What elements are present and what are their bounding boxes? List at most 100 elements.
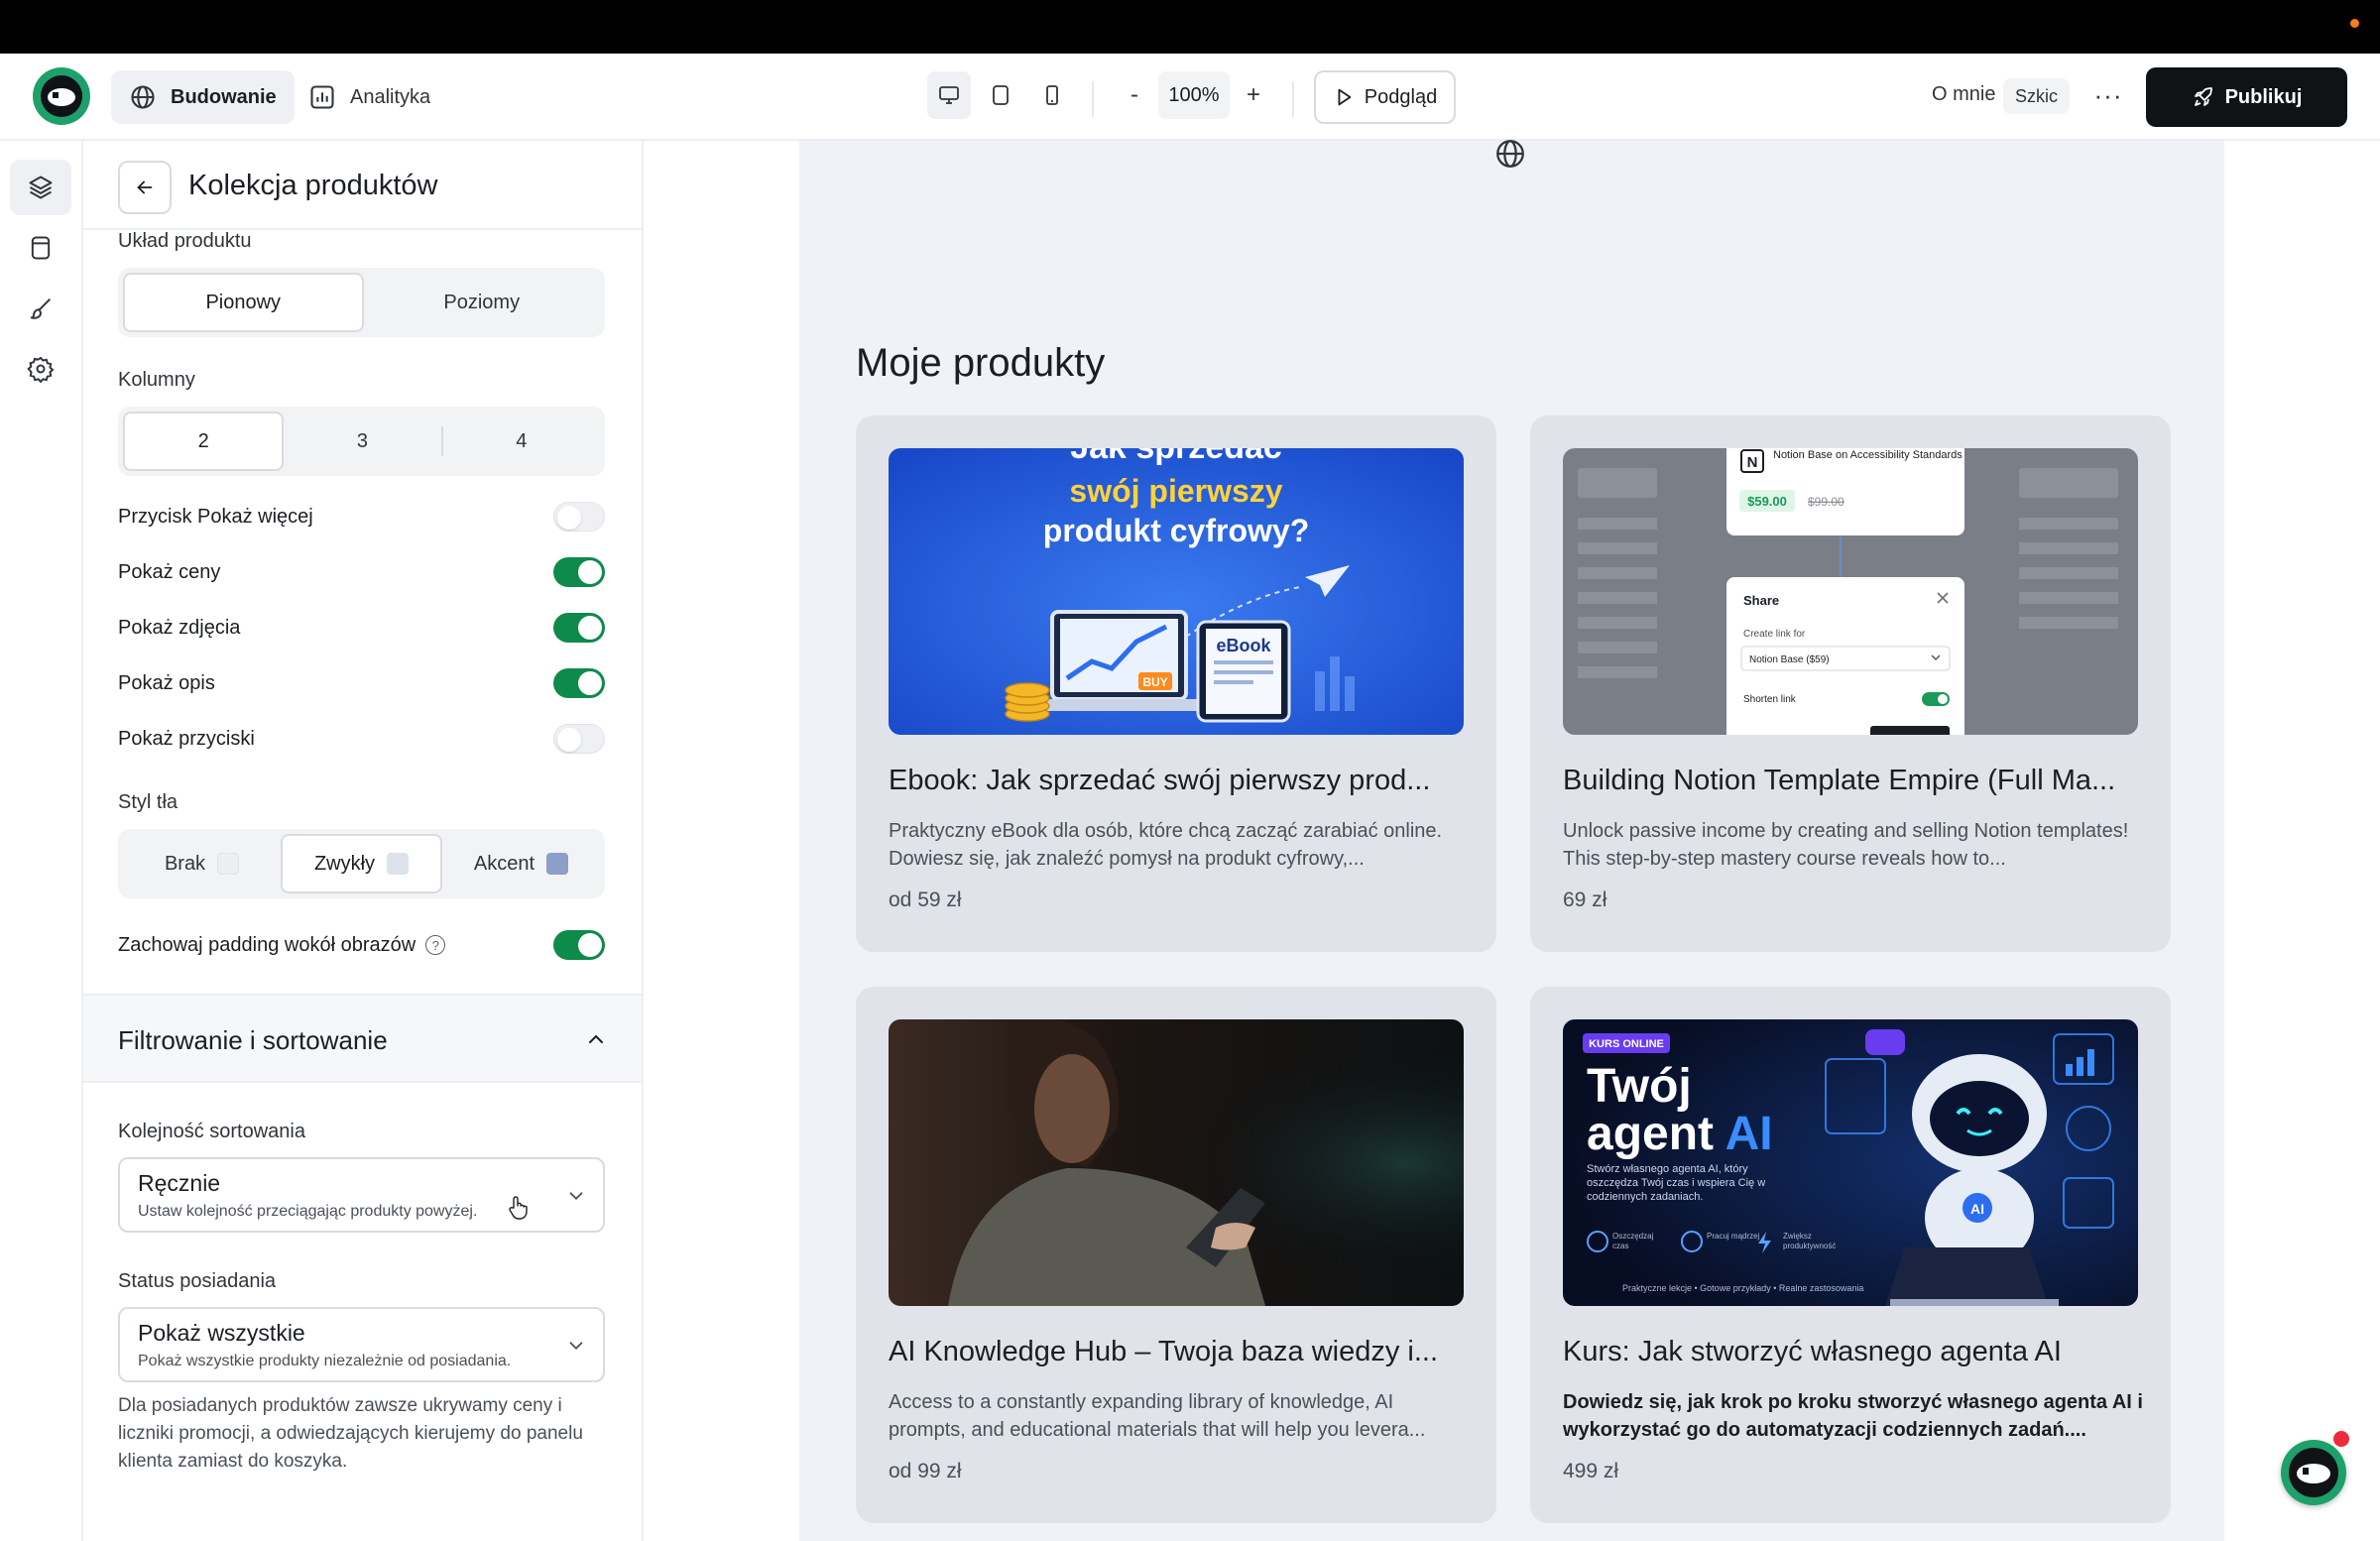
brush-icon (30, 297, 52, 319)
product-title: Ebook: Jak sprzedać swój pierwszy prod..… (889, 765, 1431, 796)
panel-header: Kolekcja produktów (83, 141, 642, 230)
toggle-label: Pokaż opis (118, 671, 215, 694)
product-price: 69 zł (1563, 889, 1607, 911)
course-headline: Twój (1587, 1060, 1692, 1113)
course-headline: agent AI (1587, 1108, 1773, 1160)
columns-option-3[interactable]: 3 (284, 412, 440, 471)
show-more-toggle[interactable] (553, 502, 605, 532)
share-select: Notion Base ($59) (1749, 654, 1830, 665)
show-buttons-toggle[interactable] (553, 724, 605, 754)
sort-order-label: Kolejność sortowania (118, 1121, 305, 1142)
unread-indicator (2333, 1431, 2349, 1447)
notion-price-old: $99.00 (1808, 495, 1844, 509)
chat-support-button[interactable] (2281, 1440, 2346, 1505)
page-name[interactable]: O mnie (1932, 83, 1995, 106)
columns-option-4[interactable]: 4 (443, 412, 600, 471)
product-description: Access to a constantly expanding library… (889, 1391, 1426, 1441)
os-top-bar (0, 0, 2380, 54)
tablet-view-button[interactable] (979, 71, 1022, 119)
robot-badge: AI (1970, 1201, 1984, 1217)
mobile-icon (1046, 85, 1058, 105)
chevron-up-icon (589, 1034, 603, 1043)
show-images-toggle[interactable] (553, 613, 605, 643)
rail-pages-button[interactable] (10, 220, 71, 276)
color-swatch (546, 853, 569, 875)
notion-product-name: Notion Base on Accessibility Standards (1773, 449, 1963, 461)
device-switcher (927, 71, 1074, 119)
preview-button[interactable]: Podgląd (1314, 70, 1456, 124)
bg-option-plain[interactable]: Zwykły (281, 834, 442, 893)
toolbar-divider (1292, 81, 1294, 117)
course-feature: Zwiększ produktywność (1783, 1232, 1837, 1250)
publish-button[interactable]: Publikuj (2146, 67, 2347, 127)
more-options-button[interactable]: ··· (2090, 77, 2126, 113)
toggle-row-show-prices: Pokaż ceny (118, 554, 605, 590)
layout-option-vertical[interactable]: Pionowy (123, 273, 364, 332)
tablet-icon (993, 85, 1009, 105)
color-swatch (217, 853, 240, 875)
product-price: od 59 zł (889, 889, 962, 911)
columns-option-2[interactable]: 2 (123, 412, 285, 471)
layers-icon (29, 176, 53, 199)
chevron-down-icon (569, 1342, 583, 1351)
zoom-value[interactable]: 100% (1158, 71, 1230, 119)
toggle-row-show-description: Pokaż opis (118, 665, 605, 701)
status-badge: Szkic (2003, 78, 2071, 114)
shorten-link-label: Shorten link (1743, 694, 1797, 705)
product-price: od 99 zł (889, 1460, 962, 1482)
product-card[interactable]: AI Knowledge Hub – Twoja baza wiedzy i..… (856, 987, 1496, 1523)
toggle-label: Pokaż zdjęcia (118, 616, 241, 639)
bg-option-label: Zwykły (313, 852, 376, 875)
bg-option-none[interactable]: Brak (123, 834, 281, 893)
zoom-in-button[interactable]: + (1234, 71, 1273, 119)
mobile-view-button[interactable] (1030, 71, 1074, 119)
bg-option-accent[interactable]: Akcent (442, 834, 600, 893)
image-heading: produkt cyfrowy? (1043, 513, 1309, 548)
layout-option-horizontal[interactable]: Poziomy (364, 273, 601, 332)
product-card[interactable]: Jak sprzedać swój pierwszy produkt cyfro… (856, 415, 1496, 952)
rail-layers-button[interactable] (10, 160, 71, 215)
layout-label: Układ produktu (118, 230, 252, 252)
course-subtitle: Stwórz własnego agenta AI, który oszczęd… (1587, 1163, 1766, 1203)
show-prices-toggle[interactable] (553, 557, 605, 587)
toggle-label: Przycisk Pokaż więcej (118, 505, 313, 528)
app-logo[interactable] (33, 67, 90, 125)
rail-theme-button[interactable] (10, 281, 71, 336)
product-title: Kurs: Jak stworzyć własnego agenta AI (1563, 1336, 2062, 1367)
sort-order-select[interactable]: Ręcznie Ustaw kolejność przeciągając pro… (118, 1157, 605, 1233)
product-price: 499 zł (1563, 1460, 1619, 1482)
image-padding-toggle[interactable] (553, 930, 605, 960)
desktop-icon (939, 86, 959, 104)
filter-section-header[interactable]: Filtrowanie i sortowanie (83, 994, 642, 1083)
ownership-status-select[interactable]: Pokaż wszystkie Pokaż wszystkie produkty… (118, 1307, 605, 1382)
rail-settings-button[interactable] (10, 341, 71, 397)
back-button[interactable] (118, 161, 172, 214)
filter-section-title: Filtrowanie i sortowanie (118, 1025, 388, 1055)
notification-dot (2350, 19, 2359, 28)
product-image (889, 1019, 1464, 1306)
notion-price-new: $59.00 (1747, 494, 1787, 509)
toggle-row-show-buttons: Pokaż przyciski (118, 721, 605, 757)
product-card[interactable]: KURS ONLINE Twój agent AI Stwórz własneg… (1530, 987, 2171, 1523)
editor-canvas: Moje produkty Jak sprzedać swój pierwszy… (644, 140, 2380, 1541)
zoom-out-button[interactable]: - (1115, 71, 1154, 119)
nav-tab-build[interactable]: Budowanie (111, 70, 295, 124)
nav-tab-analytics[interactable]: Analityka (291, 70, 448, 124)
product-title: AI Knowledge Hub – Twoja baza wiedzy i..… (889, 1336, 1439, 1367)
help-icon[interactable]: ? (425, 935, 446, 956)
desktop-view-button[interactable] (927, 71, 971, 119)
select-hint: Pokaż wszystkie produkty niezależnie od … (138, 1353, 512, 1369)
buy-label: BUY (1142, 675, 1167, 689)
database-icon (31, 236, 51, 260)
image-heading: swój pierwszy (1069, 473, 1282, 509)
create-link-label: Create link for (1743, 629, 1806, 640)
product-card[interactable]: N Notion Base on Accessibility Standards… (1530, 415, 2171, 952)
course-footer: Praktyczne lekcje • Gotowe przykłady • R… (1622, 1283, 1863, 1293)
show-description-toggle[interactable] (553, 668, 605, 698)
publish-label: Publikuj (2224, 85, 2303, 108)
product-image: KURS ONLINE Twój agent AI Stwórz własneg… (1563, 1019, 2138, 1306)
course-tag: KURS ONLINE (1589, 1038, 1664, 1050)
play-icon (1338, 88, 1352, 106)
nav-tab-label: Analityka (350, 85, 431, 108)
color-swatch (387, 853, 410, 875)
